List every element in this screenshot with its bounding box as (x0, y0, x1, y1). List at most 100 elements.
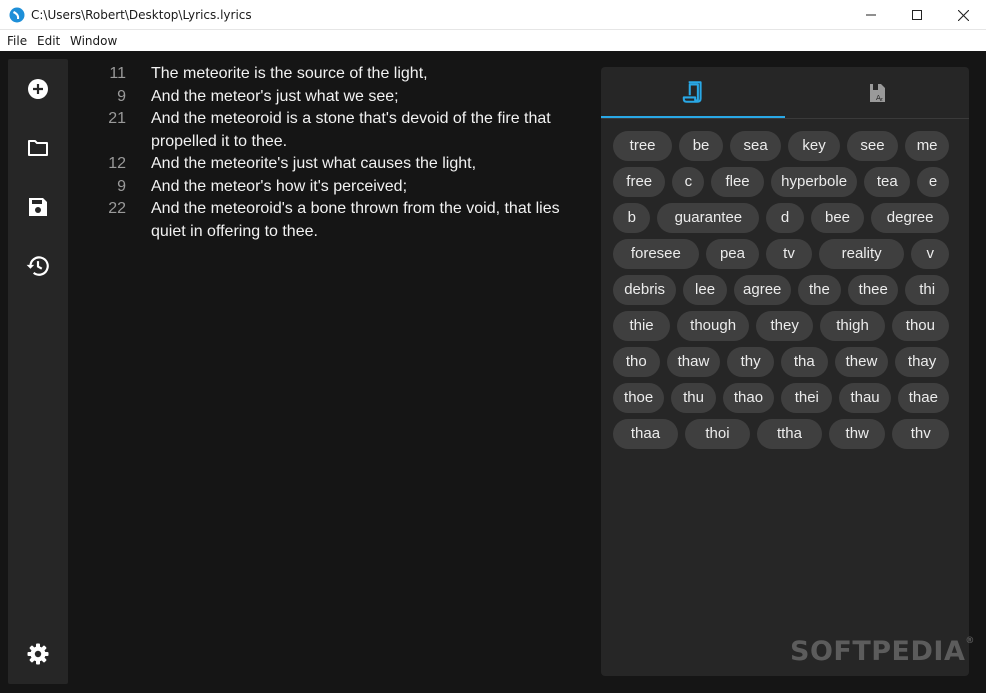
rhyme-row: foresee pea tv reality v (613, 239, 961, 269)
rhyme-chip[interactable]: tree (613, 131, 673, 161)
lyric-text[interactable]: And the meteor's how it's perceived; (151, 176, 580, 199)
app-body: 11 The meteorite is the source of the li… (0, 51, 986, 693)
lyric-line: 12 And the meteorite's just what causes … (90, 153, 580, 176)
rhyme-chip[interactable]: thau (839, 383, 891, 413)
rhyme-chip[interactable]: thei (781, 383, 833, 413)
rhyme-chip[interactable]: pea (705, 239, 760, 269)
app-logo-icon (9, 7, 25, 23)
rhyme-row: thoe thu thao thei thau thae (613, 383, 961, 413)
rhyme-chip[interactable]: thae (897, 383, 949, 413)
lyric-line: 9 And the meteor's just what we see; (90, 86, 580, 109)
rhyme-chip[interactable]: tha (780, 347, 828, 377)
close-icon (957, 9, 969, 21)
tab-rhymes[interactable] (601, 67, 785, 118)
rhyme-row: tho thaw thy tha thew thay (613, 347, 961, 377)
rhyme-chip[interactable]: guarantee (657, 203, 760, 233)
rhyme-chip[interactable]: c (672, 167, 705, 197)
save-icon (29, 198, 47, 216)
save-button[interactable] (24, 193, 52, 221)
rhyme-chip[interactable]: thoi (684, 419, 750, 449)
rhyme-chip[interactable]: lee (683, 275, 727, 305)
syllable-count: 9 (117, 177, 126, 195)
settings-icon (27, 643, 49, 665)
lyric-text[interactable]: And the meteor's just what we see; (151, 86, 580, 109)
tab-dictionary[interactable]: A z (785, 67, 969, 118)
rhyme-chip[interactable]: be (679, 131, 723, 161)
rhyme-chip[interactable]: key (788, 131, 840, 161)
lyrics-editor[interactable]: 11 The meteorite is the source of the li… (90, 63, 580, 243)
rhyme-chip[interactable]: bee (810, 203, 865, 233)
rhyme-chip[interactable]: tea (864, 167, 911, 197)
rhyme-chip[interactable]: tho (613, 347, 660, 377)
rhyme-chip[interactable]: thy (727, 347, 774, 377)
rhyme-chip[interactable]: thao (722, 383, 775, 413)
maximize-button[interactable] (894, 0, 940, 30)
settings-button[interactable] (24, 640, 52, 668)
rhyme-chip[interactable]: thaw (666, 347, 721, 377)
lyric-line: 21 And the meteoroid is a stone that's d… (90, 108, 580, 153)
rhyme-chip[interactable]: thee (848, 275, 899, 305)
rhyme-chip[interactable]: sea (729, 131, 782, 161)
rhyme-chip[interactable]: reality (818, 239, 905, 269)
rhyme-chip[interactable]: thv (892, 419, 949, 449)
menu-edit[interactable]: Edit (37, 34, 60, 48)
rhyme-chip[interactable]: thaa (613, 419, 678, 449)
rhyme-chip[interactable]: though (677, 311, 750, 341)
minimize-button[interactable] (848, 0, 894, 30)
lyric-text[interactable]: And the meteoroid's a bone thrown from t… (151, 198, 580, 243)
rhyme-chip[interactable]: thw (828, 419, 886, 449)
rhyme-chip[interactable]: they (756, 311, 814, 341)
rhyme-chip[interactable]: thay (895, 347, 949, 377)
menu-bar: File Edit Window (0, 30, 986, 51)
rhyme-chip[interactable]: degree (871, 203, 949, 233)
rhyme-chip[interactable]: me (905, 131, 949, 161)
panel-tabs: A z (601, 67, 969, 119)
rhyme-chip[interactable]: thie (613, 311, 671, 341)
lyric-line: 9 And the meteor's how it's perceived; (90, 176, 580, 199)
rhyme-chip[interactable]: thu (671, 383, 716, 413)
menu-window[interactable]: Window (70, 34, 117, 48)
rhyme-chip[interactable]: agree (733, 275, 791, 305)
rhyme-chip[interactable]: the (797, 275, 842, 305)
rhyme-panel: A z tree be sea key see me free c flee hyperbole t… (601, 67, 969, 676)
rhyme-chip[interactable]: v (911, 239, 949, 269)
lyric-text[interactable]: And the meteoroid is a stone that's devo… (151, 108, 580, 153)
rhyme-chip[interactable]: tv (766, 239, 812, 269)
rhyme-row: tree be sea key see me (613, 131, 961, 161)
new-file-button[interactable] (24, 75, 52, 103)
rhyme-chip[interactable]: e (917, 167, 949, 197)
rhyme-book-icon (682, 80, 702, 103)
rhyme-chip[interactable]: debris (613, 275, 677, 305)
rhyme-chip[interactable]: thoe (613, 383, 665, 413)
rhyme-chip[interactable]: thew (834, 347, 889, 377)
rhyme-row: debris lee agree the thee thi (613, 275, 961, 305)
rhyme-chip[interactable]: d (766, 203, 804, 233)
rhyme-chip[interactable]: hyperbole (770, 167, 858, 197)
rhyme-chip[interactable]: free (613, 167, 666, 197)
close-button[interactable] (940, 0, 986, 30)
syllable-count: 11 (109, 65, 126, 82)
rhyme-chip[interactable]: see (846, 131, 899, 161)
lyric-text[interactable]: The meteorite is the source of the light… (151, 63, 580, 86)
rhyme-chip[interactable]: ttha (756, 419, 822, 449)
rhyme-chip[interactable]: flee (711, 167, 764, 197)
rhyme-chip[interactable]: thi (905, 275, 949, 305)
rhyme-list: tree be sea key see me free c flee hyperbole tea e b… (613, 131, 961, 455)
rhyme-chip[interactable]: thou (891, 311, 949, 341)
menu-file[interactable]: File (7, 34, 27, 48)
rhyme-chip[interactable]: b (613, 203, 651, 233)
sidebar (8, 59, 68, 684)
rhyme-chip[interactable]: foresee (613, 239, 699, 269)
lyric-line: 22 And the meteoroid's a bone thrown fro… (90, 198, 580, 243)
history-button[interactable] (24, 252, 52, 280)
rhyme-row: thie though they thigh thou (613, 311, 961, 341)
minimize-icon (866, 14, 876, 16)
rhyme-row: free c flee hyperbole tea e (613, 167, 961, 197)
rhyme-chip[interactable]: thigh (820, 311, 885, 341)
svg-text:z: z (880, 97, 883, 103)
rhyme-row: thaa thoi ttha thw thv (613, 419, 961, 449)
open-folder-button[interactable] (24, 134, 52, 162)
add-circle-icon (28, 79, 48, 99)
syllable-count: 21 (108, 110, 126, 127)
lyric-text[interactable]: And the meteorite's just what causes the… (151, 153, 580, 176)
